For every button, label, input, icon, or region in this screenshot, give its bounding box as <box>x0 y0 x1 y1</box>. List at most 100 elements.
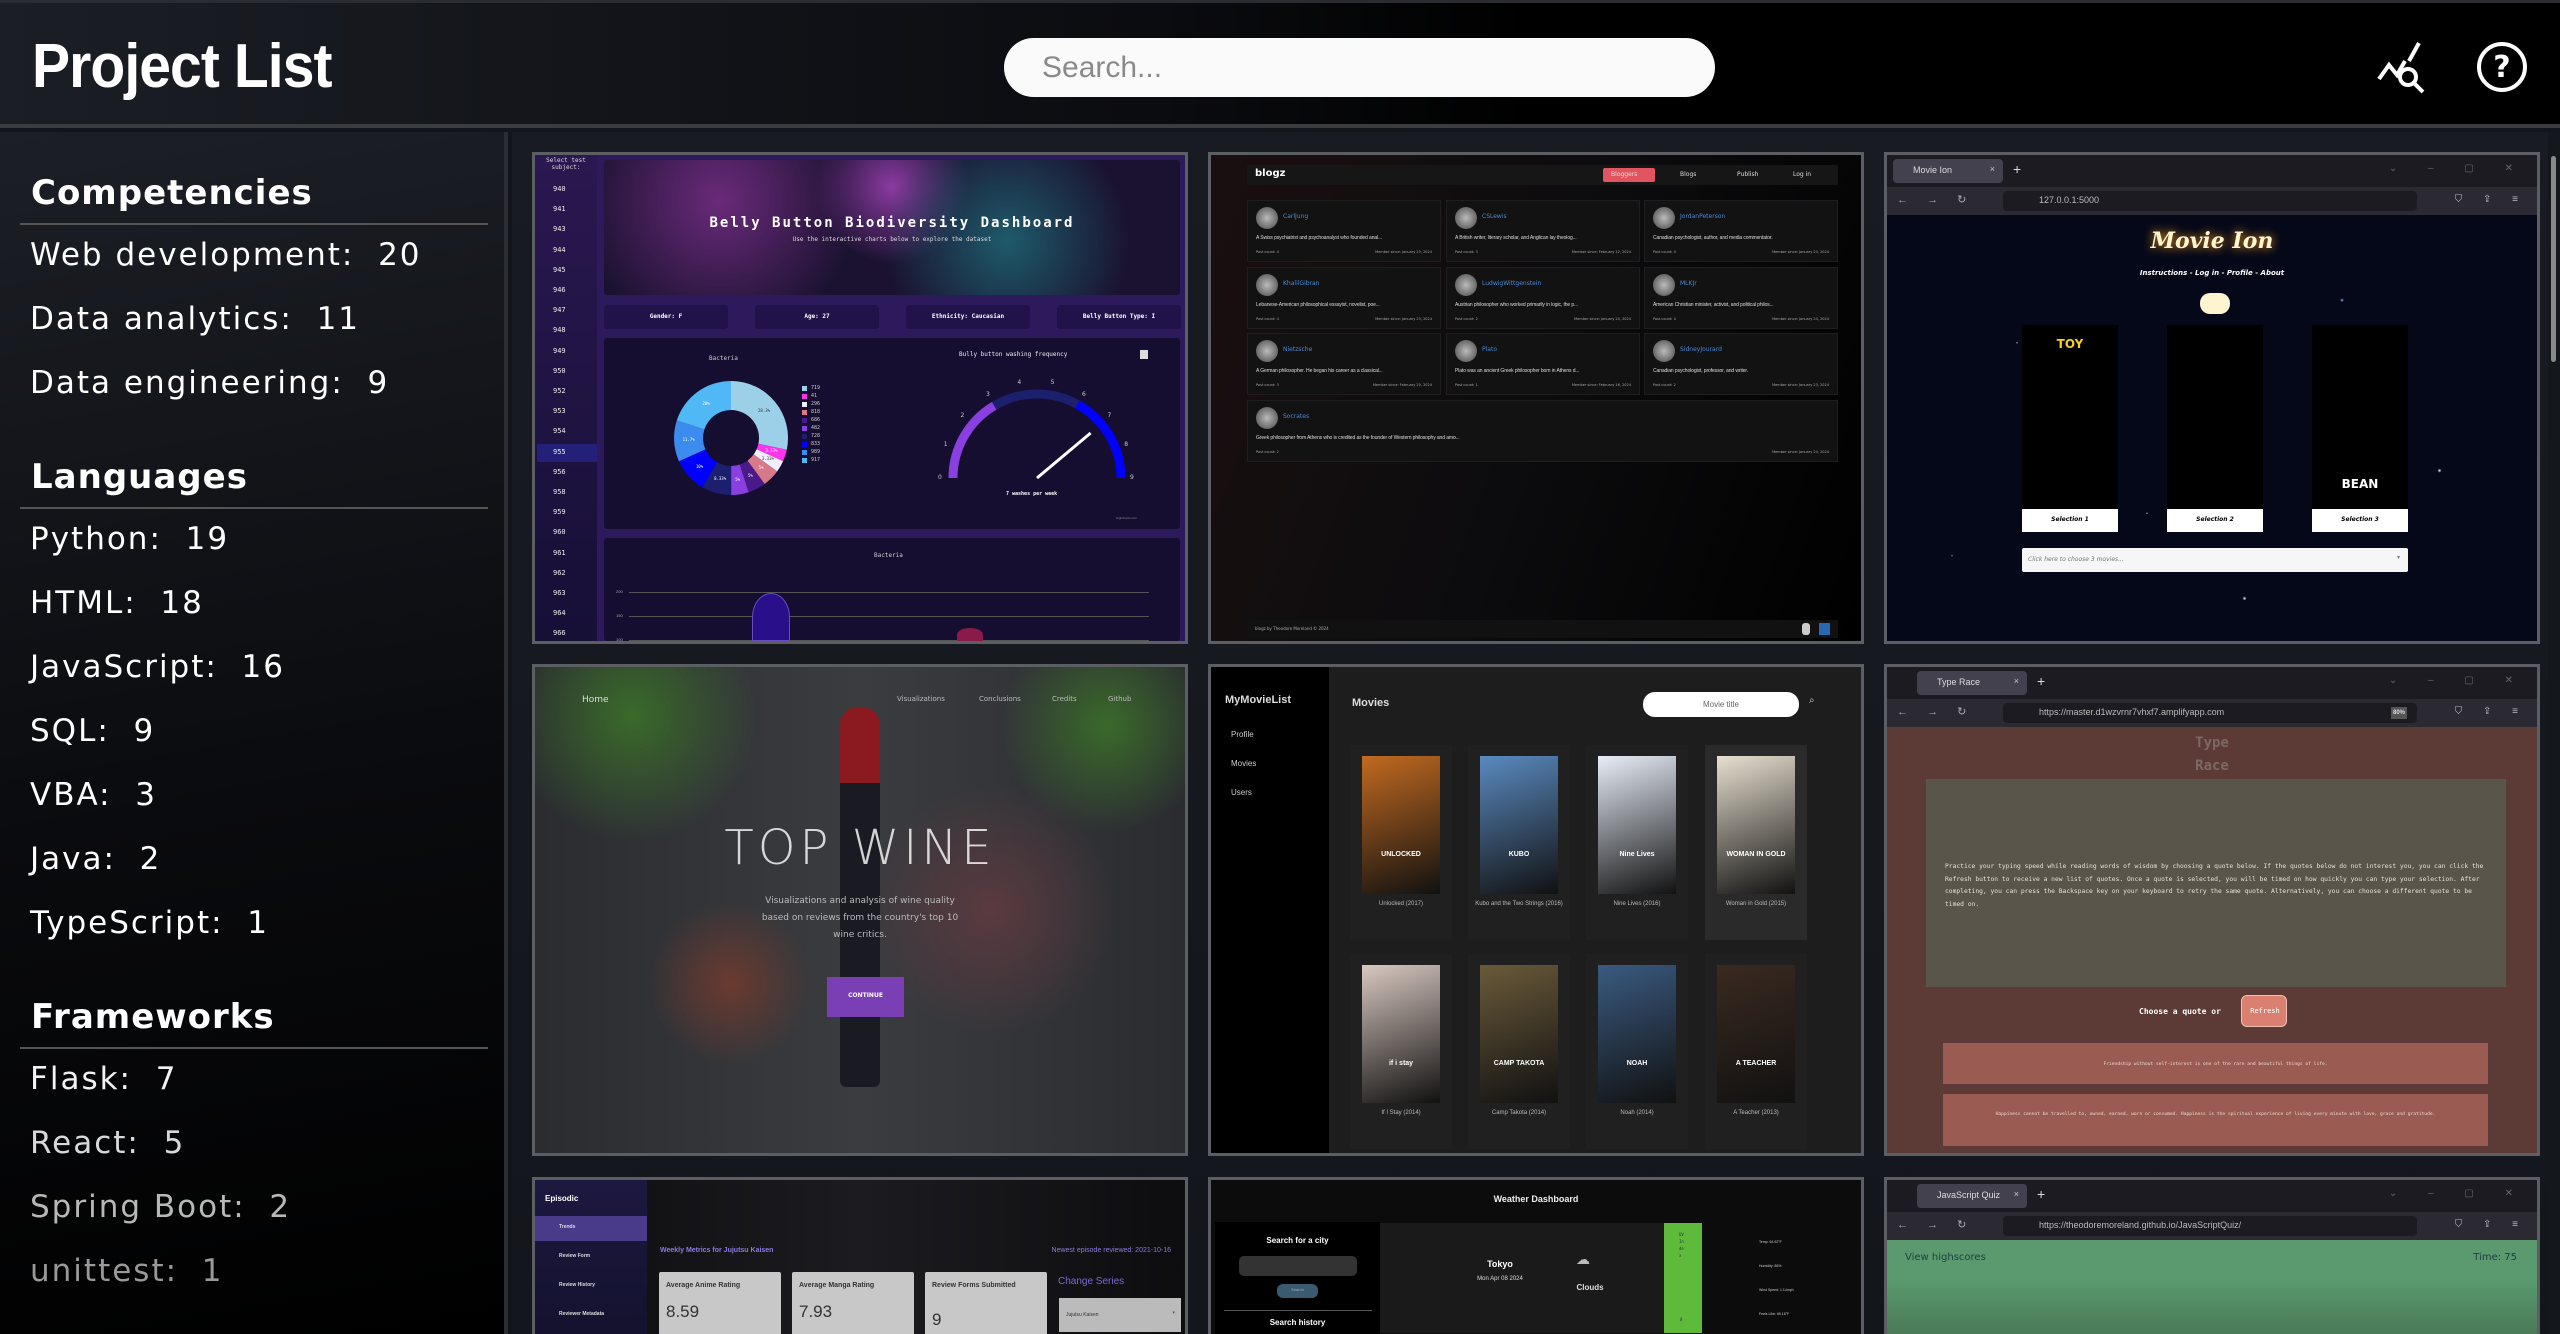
nav-home[interactable]: Home <box>582 695 609 705</box>
subject-item[interactable]: 961 <box>537 545 597 563</box>
subject-item[interactable]: 953 <box>537 403 597 421</box>
nav-buttons[interactable]: ← → ↻ <box>1897 193 1974 206</box>
blogger-name[interactable]: Nietzsche <box>1283 346 1312 353</box>
subject-item[interactable]: 955 <box>537 443 597 462</box>
toolbar-icons[interactable]: ⛉ ⇪ ≡ <box>2455 1219 2527 1230</box>
blogger-card[interactable]: CSLewis A British writer, literary schola… <box>1446 200 1640 262</box>
window-controls[interactable]: ⌄ – ▢ ✕ <box>2389 675 2527 686</box>
blogger-name[interactable]: MLKJr <box>1680 280 1697 287</box>
project-card-blogz[interactable]: blogz Bloggers Blogs Publish Log in CarlJung A… <box>1208 152 1864 644</box>
subject-item[interactable]: 948 <box>537 322 597 340</box>
blogger-card[interactable]: SidneyJourard Canadian psychologist, prof… <box>1644 333 1838 395</box>
toolbar-icons[interactable]: ⛉ ⇪ ≡ <box>2455 194 2527 205</box>
refresh-button[interactable]: Refresh <box>2241 995 2287 1027</box>
blogger-name[interactable]: KhalilGibran <box>1283 280 1320 287</box>
quote-option[interactable]: Friendship without self-interest is one … <box>1943 1043 2488 1084</box>
episodic-nav-item[interactable]: Reviewer Metadata <box>559 1311 604 1317</box>
subject-item[interactable]: 949 <box>537 343 597 361</box>
movie-select-dropdown[interactable]: Click here to choose 3 movies... ▾ <box>2022 548 2408 572</box>
bubble[interactable] <box>957 628 983 641</box>
blogger-name[interactable]: Plato <box>1482 346 1497 353</box>
blogger-name[interactable]: SidneyJourard <box>1680 346 1722 353</box>
subject-item[interactable]: 954 <box>537 423 597 441</box>
project-card-javascript-quiz[interactable]: JavaScript Quiz × + ⌄ – ▢ ✕ ← → ↻ https://the… <box>1884 1177 2540 1334</box>
tab-close-icon[interactable]: × <box>1990 164 1995 174</box>
blogger-card[interactable]: LudwigWittgenstein Austrian philosopher w… <box>1446 267 1640 329</box>
search-input[interactable] <box>1004 38 1715 97</box>
project-card-mymovielist[interactable]: MyMovieList Profile Movies Users Movies Movie… <box>1208 664 1864 1156</box>
chart-menu-icon[interactable] <box>1140 350 1148 359</box>
view-highscores-link[interactable]: View highscores <box>1905 1252 1986 1263</box>
movie-card[interactable]: KUBO Kubo and the Two Strings (2016) <box>1468 745 1570 940</box>
episodic-nav-item[interactable]: Review Form <box>559 1253 590 1259</box>
tab-close-icon[interactable]: × <box>2014 676 2019 686</box>
movie-card[interactable]: UNLOCKED Unlocked (2017) <box>1350 745 1452 940</box>
blogger-card[interactable]: MLKJr American Christian minister, activi… <box>1644 267 1838 329</box>
subject-item[interactable]: 952 <box>537 383 597 401</box>
browser-tab[interactable]: Type Race × <box>1917 671 2027 695</box>
movie-card[interactable]: A TEACHER A Teacher (2013) <box>1705 954 1807 1149</box>
subject-item[interactable]: 940 <box>537 181 597 199</box>
subject-item[interactable]: 956 <box>537 464 597 482</box>
page-scrollbar[interactable] <box>2548 132 2560 1334</box>
project-card-movie-ion[interactable]: Movie Ion × + ⌄ – ▢ ✕ ← → ↻ 127.0.0.1:5000 ⛉ ⇪… <box>1884 152 2540 644</box>
nav-bloggers[interactable]: Bloggers <box>1603 168 1655 182</box>
subject-item[interactable]: 947 <box>537 302 597 320</box>
subject-item[interactable]: 962 <box>537 565 597 583</box>
url-field[interactable]: https://theodoremoreland.github.io/JavaS… <box>2003 1216 2417 1236</box>
blogger-name[interactable]: LudwigWittgenstein <box>1482 280 1541 287</box>
search-button[interactable]: Search <box>1277 1284 1318 1298</box>
new-tab-icon[interactable]: + <box>2037 673 2045 689</box>
subject-item[interactable]: 945 <box>537 262 597 280</box>
mml-nav-item[interactable]: Profile <box>1231 730 1254 739</box>
donut-slice[interactable] <box>731 381 789 450</box>
selection-button[interactable]: Selection 1 <box>2022 509 2118 532</box>
project-card-episodic[interactable]: Episodic Trends Review Form Review History R… <box>532 1177 1188 1334</box>
continue-button[interactable]: CONTINUE <box>827 977 904 1017</box>
blogger-name[interactable]: Socrates <box>1283 413 1309 420</box>
toolbar-icons[interactable]: ⛉ ⇪ ≡ <box>2455 706 2527 717</box>
blogger-card[interactable]: KhalilGibran Lebanese-American philosophi… <box>1247 267 1441 329</box>
mml-nav-item[interactable]: Users <box>1231 788 1252 797</box>
scrollbar-thumb[interactable] <box>2551 156 2556 362</box>
movie-card[interactable]: NOAH Noah (2014) <box>1586 954 1688 1149</box>
movie-search-input[interactable]: Movie title <box>1643 692 1799 717</box>
search-icon[interactable]: ⌕ <box>1809 695 1815 706</box>
browser-tab[interactable]: Movie Ion × <box>1893 159 2003 183</box>
subject-item[interactable]: 963 <box>537 585 597 603</box>
project-card-top-wine[interactable]: Home Visualizations Conclusions Credits Gith… <box>532 664 1188 1156</box>
mml-nav-item[interactable]: Movies <box>1231 759 1256 768</box>
blogger-card[interactable]: CarlJung A Swiss psychiatrist and psychoa… <box>1247 200 1441 262</box>
subject-item[interactable]: 964 <box>537 605 597 623</box>
movie-card[interactable]: CAMP TAKOTA Camp Takota (2014) <box>1468 954 1570 1149</box>
subject-item[interactable]: 946 <box>537 282 597 300</box>
nav-blogs[interactable]: Blogs <box>1672 168 1720 182</box>
url-field[interactable]: https://master.d1wzvrnr7vhxf7.amplifyapp… <box>2003 703 2417 723</box>
movie-card[interactable]: if i stay If I Stay (2014) <box>1350 954 1452 1149</box>
subject-item[interactable]: 941 <box>537 201 597 219</box>
new-tab-icon[interactable]: + <box>2013 161 2021 177</box>
city-input[interactable] <box>1239 1256 1357 1276</box>
episodic-nav-item[interactable]: Review History <box>559 1282 595 1288</box>
blogger-card[interactable]: Socrates Greek philosopher from Athens wh… <box>1247 400 1838 462</box>
selection-button[interactable]: Selection 2 <box>2167 509 2263 532</box>
nav-log-in[interactable]: Log in <box>1785 168 1833 182</box>
help-circle-icon[interactable]: ? <box>2474 39 2530 95</box>
movie-card[interactable]: WOMAN IN GOLD Woman in Gold (2015) <box>1705 745 1807 940</box>
subject-item[interactable]: 943 <box>537 221 597 239</box>
subject-item[interactable]: 966 <box>537 625 597 641</box>
linkedin-icon[interactable] <box>1819 623 1830 635</box>
window-controls[interactable]: ⌄ – ▢ ✕ <box>2389 163 2527 174</box>
browser-zoom-badge[interactable]: 80% <box>2391 707 2408 719</box>
github-icon[interactable] <box>1802 623 1810 635</box>
blogger-name[interactable]: JordanPeterson <box>1680 213 1725 220</box>
url-field[interactable]: 127.0.0.1:5000 <box>2003 191 2417 211</box>
project-card-type-race[interactable]: Type Race × + ⌄ – ▢ ✕ ← → ↻ https://master.d1… <box>1884 664 2540 1156</box>
blogger-card[interactable]: Plato Plato was an ancient Greek philosop… <box>1446 333 1640 395</box>
movie-card[interactable]: Nine Lives Nine Lives (2016) <box>1586 745 1688 940</box>
selection-button[interactable]: Selection 3 <box>2312 509 2408 532</box>
project-card-weather[interactable]: Weather Dashboard Search for a city Search… <box>1208 1177 1864 1334</box>
quote-option[interactable]: Happiness cannot be travelled to, owned,… <box>1943 1094 2488 1146</box>
nav-link[interactable]: Github <box>1108 695 1131 703</box>
subject-item[interactable]: 959 <box>537 504 597 522</box>
